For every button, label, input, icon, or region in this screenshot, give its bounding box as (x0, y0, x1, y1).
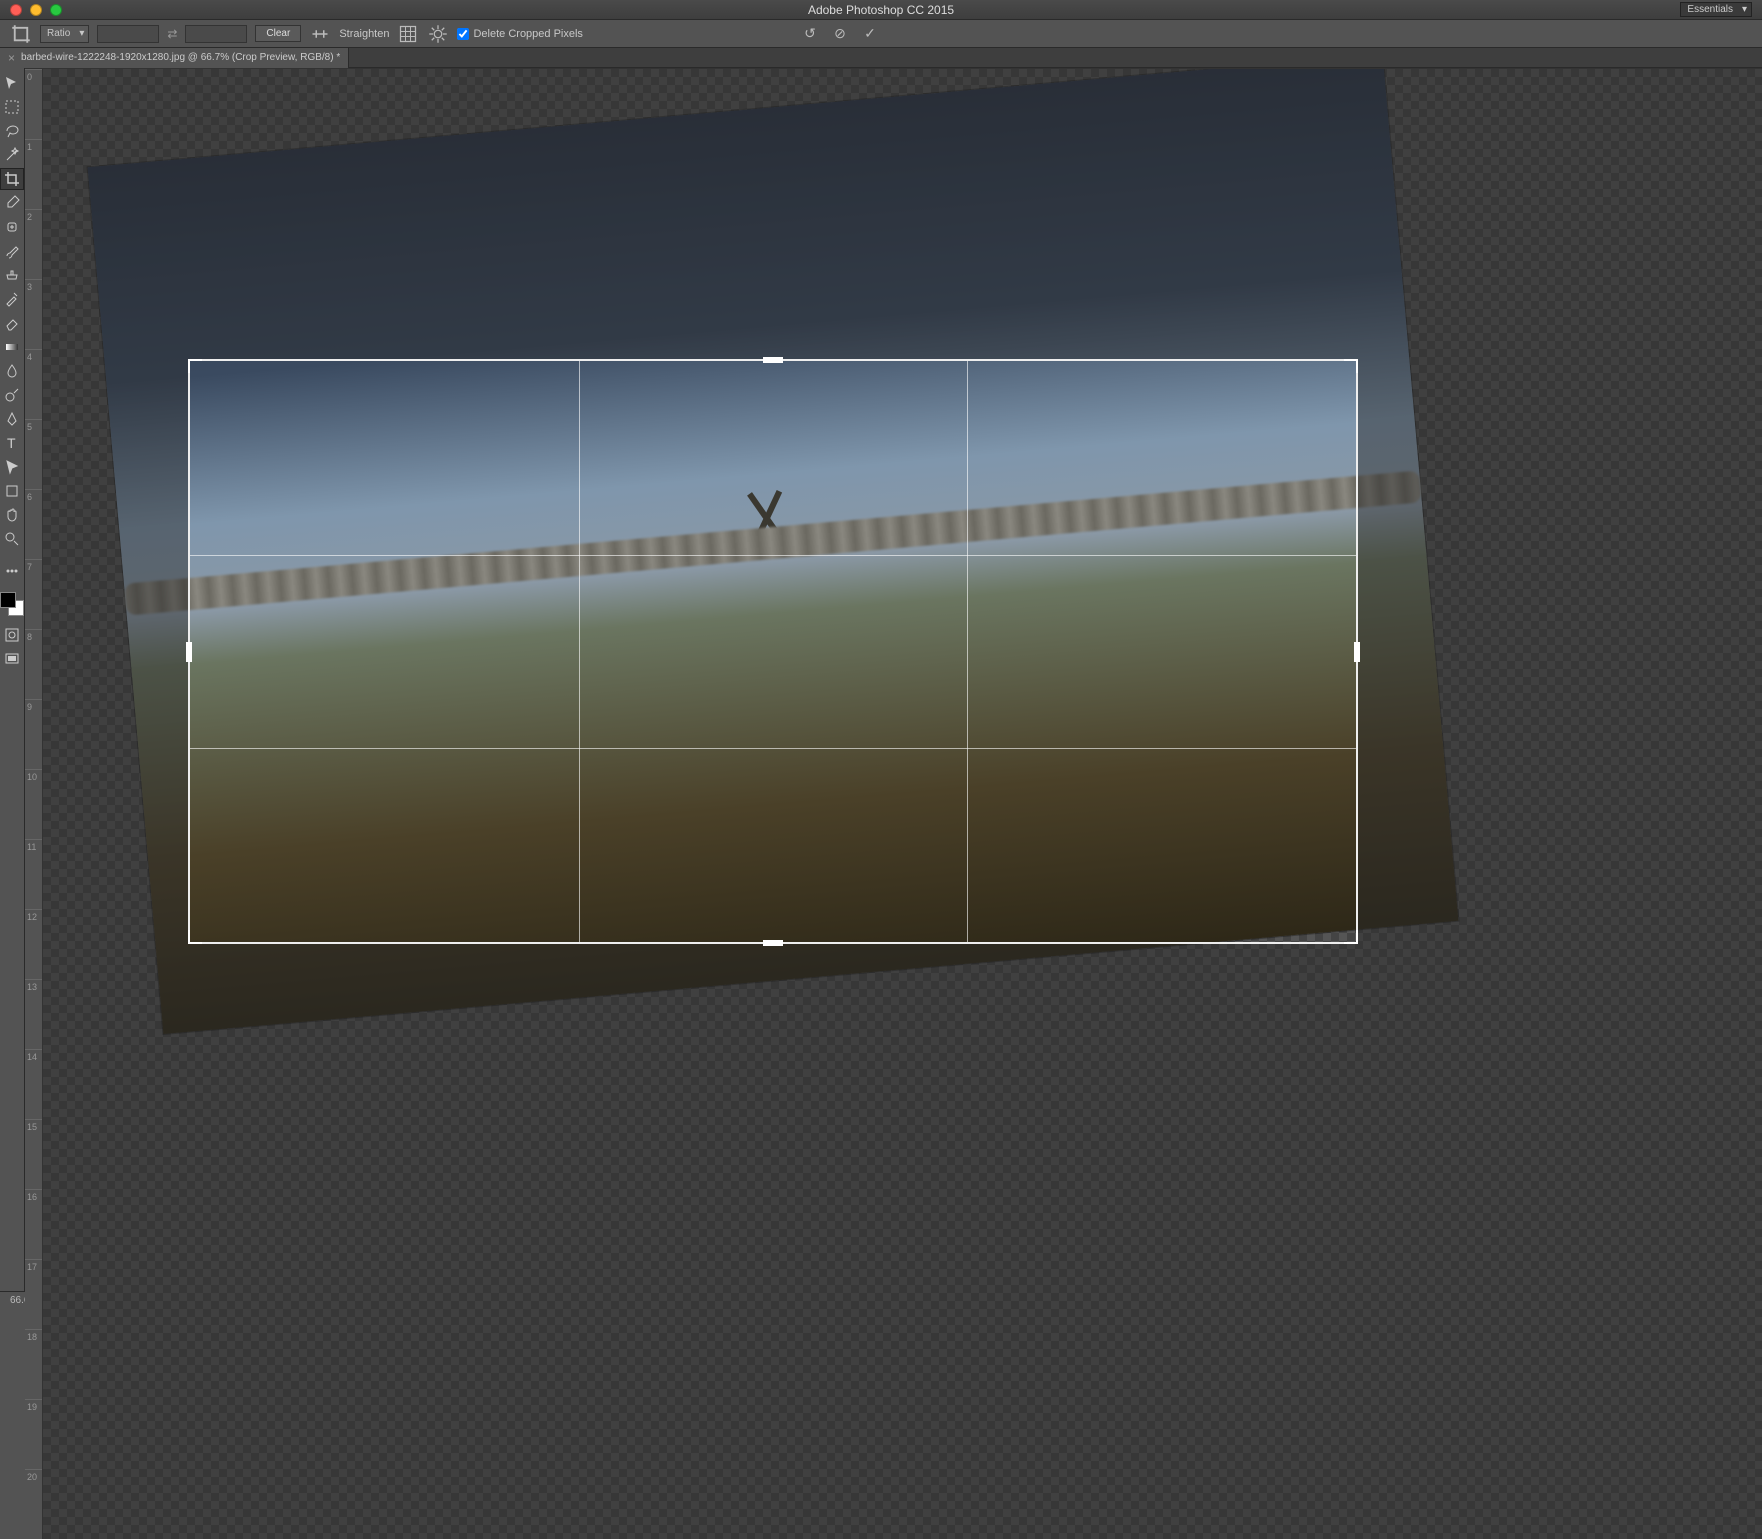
commit-crop-icon[interactable]: ✓ (859, 23, 881, 45)
workspace-selector[interactable]: Essentials (1680, 2, 1752, 17)
main-area: T 01234567891011121314151617181920212223… (0, 68, 1762, 1291)
delete-cropped-checkbox[interactable]: Delete Cropped Pixels (457, 28, 582, 40)
straighten-label[interactable]: Straighten (339, 28, 389, 40)
crop-tool-preset-icon[interactable] (10, 24, 32, 44)
quick-mask-icon[interactable] (0, 624, 24, 646)
clear-button[interactable]: Clear (255, 25, 301, 42)
eraser-tool[interactable] (0, 312, 24, 334)
gradient-tool[interactable] (0, 336, 24, 358)
reset-crop-icon[interactable]: ↺ (799, 23, 821, 45)
edit-toolbar-icon[interactable] (0, 560, 24, 582)
ruler-vertical[interactable]: 01234567891011121314151617181920 (25, 69, 43, 1539)
healing-brush-tool[interactable] (0, 216, 24, 238)
straighten-icon[interactable] (309, 24, 331, 44)
tools-panel: T (0, 68, 25, 1291)
type-tool[interactable]: T (0, 432, 24, 454)
window-controls (10, 4, 62, 16)
screen-mode-icon[interactable] (0, 648, 24, 670)
delete-cropped-checkbox-input[interactable] (457, 28, 469, 40)
crop-handle-bottom-right[interactable] (1344, 930, 1358, 944)
close-window-icon[interactable] (10, 4, 22, 16)
blur-tool[interactable] (0, 360, 24, 382)
dodge-tool[interactable] (0, 384, 24, 406)
foreground-background-colors[interactable] (0, 592, 24, 616)
zoom-tool[interactable] (0, 528, 24, 550)
pen-tool[interactable] (0, 408, 24, 430)
document-tab-bar: × barbed-wire-1222248-1920x1280.jpg @ 66… (0, 48, 1762, 68)
document-tab-label: barbed-wire-1222248-1920x1280.jpg @ 66.7… (21, 52, 340, 63)
move-tool[interactable] (0, 72, 24, 94)
crop-handle-right[interactable] (1354, 642, 1360, 662)
magic-wand-tool[interactable] (0, 144, 24, 166)
document-area: 0123456789101112131415161718192021222324… (25, 68, 1762, 1291)
titlebar: Adobe Photoshop CC 2015 Essentials (0, 0, 1762, 20)
maximize-window-icon[interactable] (50, 4, 62, 16)
crop-handle-top-right[interactable] (1344, 359, 1358, 373)
canvas[interactable] (43, 69, 1762, 1539)
minimize-window-icon[interactable] (30, 4, 42, 16)
clone-stamp-tool[interactable] (0, 264, 24, 286)
brush-tool[interactable] (0, 240, 24, 262)
swap-dimensions-icon[interactable]: ⇄ (167, 27, 177, 41)
marquee-tool[interactable] (0, 96, 24, 118)
svg-text:T: T (7, 435, 16, 451)
cancel-crop-icon[interactable]: ⊘ (829, 23, 851, 45)
path-selection-tool[interactable] (0, 456, 24, 478)
crop-width-input[interactable] (97, 25, 159, 43)
overlay-options-icon[interactable] (397, 24, 419, 44)
crop-height-input[interactable] (185, 25, 247, 43)
lasso-tool[interactable] (0, 120, 24, 142)
ratio-dropdown[interactable]: Ratio (40, 25, 89, 43)
hand-tool[interactable] (0, 504, 24, 526)
crop-rectangle[interactable] (188, 359, 1358, 944)
rectangle-tool[interactable] (0, 480, 24, 502)
history-brush-tool[interactable] (0, 288, 24, 310)
crop-handle-top[interactable] (763, 357, 783, 363)
crop-handle-top-left[interactable] (188, 359, 202, 373)
crop-tool[interactable] (0, 168, 24, 190)
crop-handle-bottom-left[interactable] (188, 930, 202, 944)
crop-handle-bottom[interactable] (763, 940, 783, 946)
eyedropper-tool[interactable] (0, 192, 24, 214)
options-bar: Ratio ⇄ Clear Straighten Delete Cropped … (0, 20, 1762, 48)
close-tab-icon[interactable]: × (8, 51, 15, 65)
document-tab[interactable]: × barbed-wire-1222248-1920x1280.jpg @ 66… (0, 48, 349, 68)
crop-handle-left[interactable] (186, 642, 192, 662)
foreground-color[interactable] (0, 592, 16, 608)
crop-options-gear-icon[interactable] (427, 24, 449, 44)
app-title: Adobe Photoshop CC 2015 (808, 3, 954, 17)
delete-cropped-label: Delete Cropped Pixels (473, 28, 582, 40)
